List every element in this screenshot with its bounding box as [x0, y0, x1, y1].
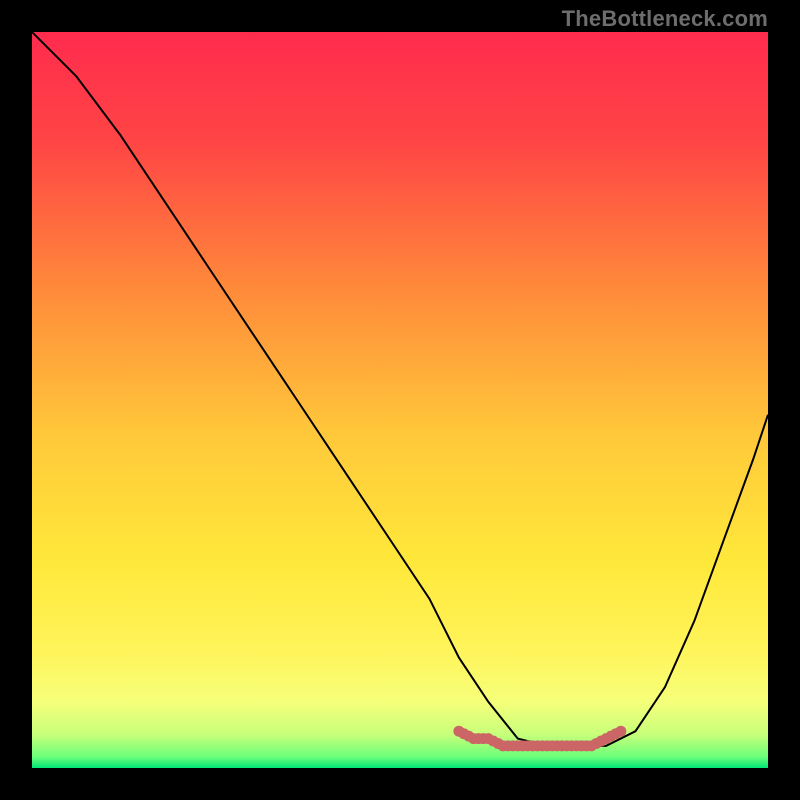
highlight-dot — [615, 726, 626, 737]
chart-frame: TheBottleneck.com — [0, 0, 800, 800]
bottleneck-curve — [32, 32, 768, 746]
dots-highlight — [453, 726, 626, 752]
plot-area — [32, 32, 768, 768]
watermark-text: TheBottleneck.com — [562, 6, 768, 32]
curve-layer — [32, 32, 768, 768]
